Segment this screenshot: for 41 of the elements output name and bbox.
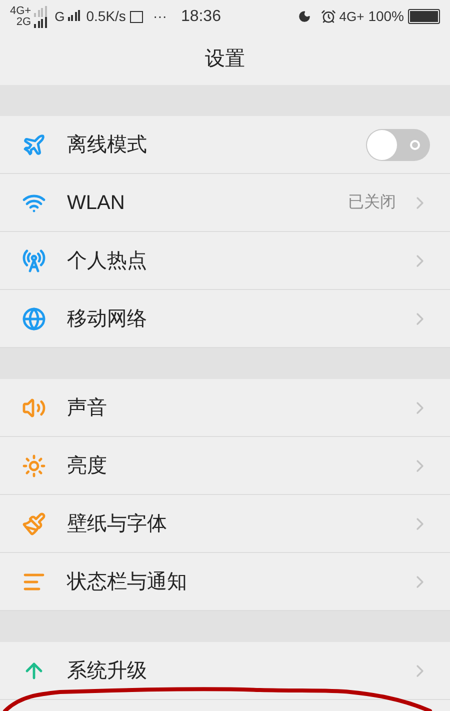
toggle-switch[interactable]	[366, 128, 430, 160]
row-label: 个人热点	[67, 248, 148, 274]
row-label: 移动网络	[67, 306, 148, 332]
network-label: 2G	[16, 16, 32, 28]
row-label: 离线模式	[67, 132, 148, 158]
time-text: 18:36	[180, 6, 221, 26]
airplane-icon	[22, 132, 46, 156]
network-label: 4G+	[10, 6, 32, 16]
battery-text: 100%	[368, 7, 404, 26]
settings-row[interactable]: 系统升级	[0, 642, 450, 700]
more-text: ···	[152, 7, 167, 26]
row-label: 声音	[67, 396, 108, 420]
settings-row[interactable]: 个人热点	[0, 232, 450, 290]
row-label: 壁纸与字体	[67, 512, 168, 536]
brush-icon	[22, 512, 46, 536]
network-label: 4G+	[339, 8, 364, 26]
settings-row[interactable]: WLAN 已关闭	[0, 174, 450, 232]
battery-icon	[408, 9, 440, 24]
settings-row[interactable]: 状态栏与通知	[0, 553, 450, 611]
moon-icon	[298, 10, 312, 23]
network-label: G	[54, 8, 65, 26]
page-title: 设置	[205, 47, 245, 72]
sun-icon	[22, 454, 46, 478]
signal-icon	[34, 16, 47, 28]
settings-row[interactable]: 亮度	[0, 437, 450, 495]
settings-row[interactable]: 移动网络	[0, 290, 450, 348]
hotspot-icon	[22, 248, 46, 272]
screenshot-icon	[130, 10, 143, 22]
speed-text: 0.5K/s	[86, 7, 126, 26]
settings-row[interactable]: 声音	[0, 379, 450, 437]
row-label: 系统升级	[67, 658, 148, 684]
alarm-icon	[321, 9, 336, 24]
row-label: 亮度	[67, 454, 108, 478]
row-label: WLAN	[67, 190, 126, 216]
row-label: 状态栏与通知	[67, 570, 188, 594]
signal-icon	[68, 10, 80, 21]
signal-icon	[34, 6, 47, 16]
globe-icon	[22, 306, 46, 330]
settings-row[interactable]: 壁纸与字体	[0, 495, 450, 553]
row-value: 已关闭	[348, 192, 396, 212]
settings-row[interactable]: 离线模式	[0, 116, 450, 174]
